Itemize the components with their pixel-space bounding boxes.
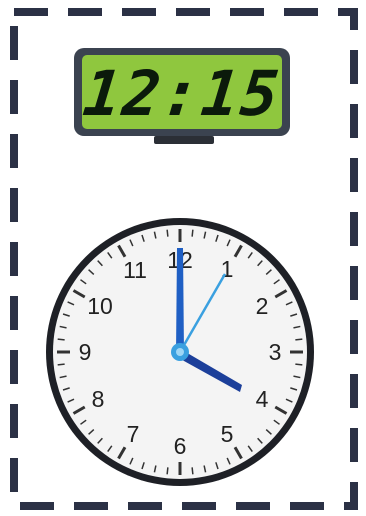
numeral-10: 10 xyxy=(87,293,113,319)
minute-tick xyxy=(295,363,303,366)
numeral-6: 6 xyxy=(174,433,187,459)
numeral-8: 8 xyxy=(92,386,105,412)
clock-card: 12:15 12 1 2 3 4 5 6 7 8 9 10 11 xyxy=(0,0,366,516)
numeral-5: 5 xyxy=(221,421,234,447)
minute-tick xyxy=(191,229,194,237)
minute-tick xyxy=(295,338,303,341)
center-pin xyxy=(176,348,184,356)
minute-tick xyxy=(191,467,194,475)
minute-tick xyxy=(57,338,65,341)
numeral-11: 11 xyxy=(123,257,147,283)
minute-tick xyxy=(166,229,169,237)
minute-tick xyxy=(166,467,169,475)
minute-tick xyxy=(57,363,65,366)
digital-clock-time: 12:15 xyxy=(79,56,285,130)
numeral-4: 4 xyxy=(256,386,269,412)
analog-clock: 12 1 2 3 4 5 6 7 8 9 10 11 xyxy=(46,218,314,486)
numeral-2: 2 xyxy=(256,293,269,319)
numeral-7: 7 xyxy=(127,421,140,447)
digital-clock-stand xyxy=(154,136,214,144)
minute-hand xyxy=(176,248,184,354)
numeral-9: 9 xyxy=(79,339,92,365)
numeral-3: 3 xyxy=(269,339,282,365)
